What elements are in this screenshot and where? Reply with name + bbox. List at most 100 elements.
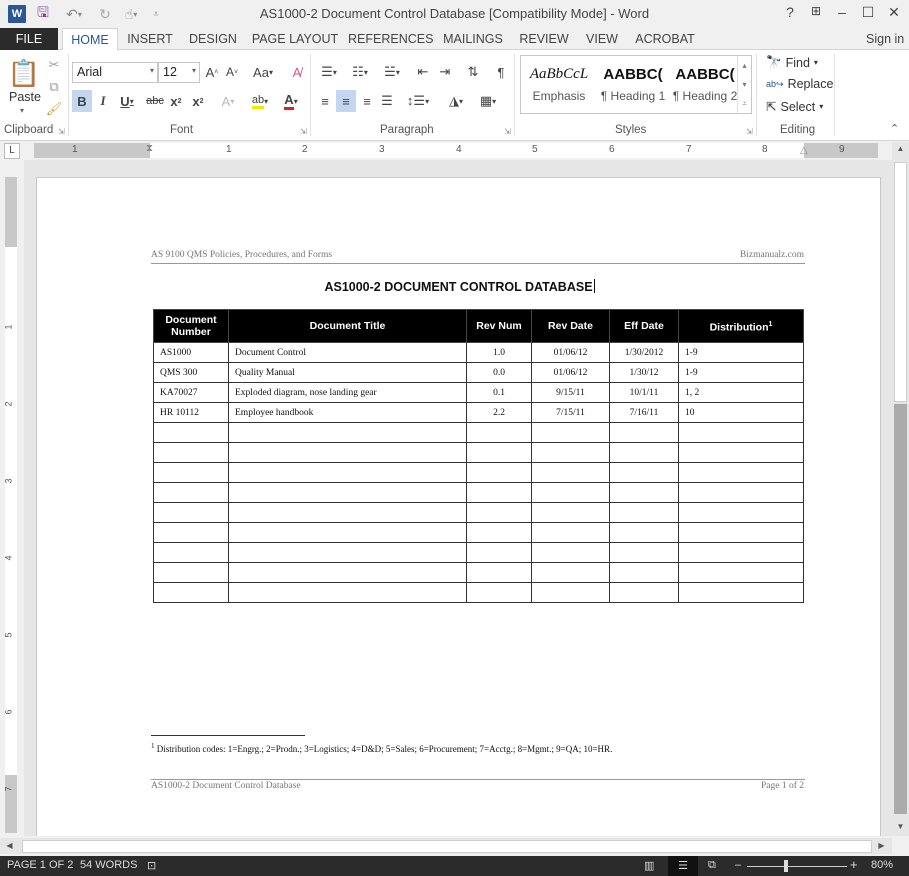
table-cell[interactable] [153,422,229,443]
indent-marker-icon[interactable]: ⧗ [146,143,153,154]
table-cell[interactable]: 1/30/2012 [609,342,679,363]
styles-scroll[interactable]: ▴ ▾ ⩡ [737,56,751,113]
table-cell[interactable] [678,442,804,463]
table-cell[interactable] [609,562,679,583]
table-cell[interactable] [153,462,229,483]
horizontal-ruler[interactable]: 1 1 2 3 4 5 6 7 8 9 ⧗ △ [34,143,878,158]
table-cell[interactable] [466,502,532,523]
table-cell[interactable]: 01/06/12 [531,362,610,383]
table-cell[interactable] [153,482,229,503]
numbering-icon[interactable]: ☷ ▾ [346,61,374,83]
table-cell[interactable] [609,462,679,483]
footnote-reference[interactable]: 1 [769,321,773,328]
grow-font-icon[interactable]: A ˄ [204,61,220,83]
table-cell[interactable] [228,582,467,603]
text-effects-icon[interactable]: A ▾ [216,90,240,112]
table-cell[interactable] [228,522,467,543]
zoom-slider-track[interactable] [747,866,847,867]
document-title[interactable]: AS1000-2 DOCUMENT CONTROL DATABASE [37,279,882,294]
table-cell[interactable] [153,562,229,583]
underline-button[interactable]: U ▾ [114,90,140,112]
document-page[interactable]: AS 9100 QMS Policies, Procedures, and Fo… [36,177,881,836]
font-launcher-icon[interactable]: ⇲ [300,127,307,136]
sort-icon[interactable]: ⇅ [464,61,482,83]
tab-insert[interactable]: INSERT [122,28,178,50]
table-cell[interactable] [466,442,532,463]
superscript-button[interactable]: x2 [188,90,208,112]
table-cell[interactable] [228,502,467,523]
subscript-button[interactable]: x2 [166,90,186,112]
help-button[interactable]: ? [778,4,802,24]
table-cell[interactable] [228,482,467,503]
zoom-out-button[interactable]: – [735,859,741,871]
table-cell[interactable] [609,582,679,603]
tab-home[interactable]: HOME [62,28,118,51]
table-cell[interactable] [531,482,610,503]
zoom-in-button[interactable]: + [850,857,858,872]
line-spacing-icon[interactable]: ↕☰ ▾ [404,90,432,112]
table-cell[interactable]: 01/06/12 [531,342,610,363]
tab-selector-button[interactable]: L [4,143,20,159]
table-cell[interactable] [153,542,229,563]
font-size-combo[interactable]: 12 ▾ [158,62,200,83]
horizontal-scrollbar[interactable]: ◀ ▶ [0,838,892,854]
paragraph-launcher-icon[interactable]: ⇲ [504,127,511,136]
zoom-level[interactable]: 80% [871,859,893,871]
clipboard-launcher-icon[interactable]: ⇲ [58,127,65,136]
shading-icon[interactable]: ◮ ▾ [442,90,470,112]
table-cell[interactable] [531,562,610,583]
table-cell[interactable]: Employee handbook [228,402,467,423]
table-cell[interactable] [678,482,804,503]
table-cell[interactable] [609,442,679,463]
style-heading-2[interactable]: AABBC( ¶ Heading 2 [669,56,741,113]
scrollbar-thumb[interactable] [22,840,872,853]
tab-review[interactable]: REVIEW [516,28,572,50]
table-cell[interactable]: AS1000 [153,342,229,363]
shrink-font-icon[interactable]: A ˅ [224,61,240,83]
table-cell[interactable] [678,582,804,603]
table-cell[interactable] [228,562,467,583]
multilevel-list-icon[interactable]: ☱ ▾ [378,61,406,83]
table-cell[interactable]: 2.2 [466,402,532,423]
find-button[interactable]: 🔭 Find ▾ [766,55,818,70]
table-cell[interactable] [609,482,679,503]
style-emphasis[interactable]: AaBbCcL Emphasis [523,56,595,113]
table-cell[interactable]: 10 [678,402,804,423]
table-cell[interactable] [678,562,804,583]
paste-dropdown-icon[interactable]: ▾ [20,106,24,115]
sign-in-link[interactable]: Sign in [866,28,909,50]
table-cell[interactable] [678,502,804,523]
table-cell[interactable] [228,462,467,483]
table-cell[interactable] [531,462,610,483]
table-cell[interactable]: 10/1/11 [609,382,679,403]
tab-design[interactable]: DESIGN [184,28,242,50]
clear-formatting-icon[interactable]: A̸ [288,61,306,83]
tab-view[interactable]: VIEW [582,28,622,50]
zoom-slider-thumb[interactable] [783,860,788,872]
copy-icon[interactable]: ⧉ [44,76,64,98]
table-cell[interactable]: 9/15/11 [531,382,610,403]
cut-icon[interactable]: ✂ [44,54,64,76]
table-cell[interactable]: QMS 300 [153,362,229,383]
maximize-button[interactable]: ☐ [856,4,880,24]
table-cell[interactable] [678,422,804,443]
print-layout-icon[interactable]: ☰ [668,856,698,876]
table-cell[interactable]: Quality Manual [228,362,467,383]
table-cell[interactable] [466,582,532,603]
tab-mailings[interactable]: MAILINGS [440,28,506,50]
table-cell[interactable]: 0.0 [466,362,532,383]
table-cell[interactable]: 7/16/11 [609,402,679,423]
vertical-scrollbar[interactable]: ▲ ▼ [892,142,909,836]
align-right-icon[interactable]: ≡ [358,90,376,112]
table-cell[interactable] [466,482,532,503]
table-cell[interactable] [466,522,532,543]
table-cell[interactable] [678,522,804,543]
scrollbar-track[interactable] [894,404,907,814]
table-cell[interactable]: HR 10112 [153,402,229,423]
vertical-ruler[interactable]: 1 2 3 4 5 6 7 [4,177,17,833]
close-button[interactable]: ✕ [882,4,906,24]
table-cell[interactable] [531,522,610,543]
right-indent-marker-icon[interactable]: △ [800,145,808,156]
scroll-down-icon[interactable]: ▼ [893,822,908,831]
show-formatting-marks-icon[interactable]: ¶ [492,61,510,83]
